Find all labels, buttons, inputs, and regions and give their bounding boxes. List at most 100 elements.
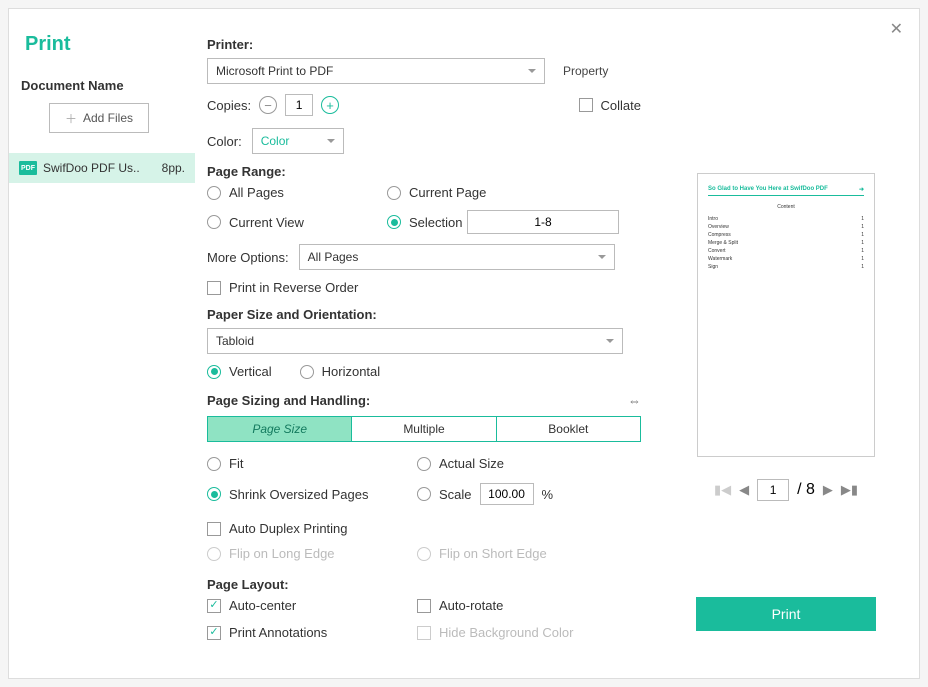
checkbox-icon	[207, 281, 221, 295]
property-button[interactable]: Property	[555, 64, 616, 78]
horizontal-label: Horizontal	[322, 364, 381, 379]
radio-icon	[387, 215, 401, 229]
more-options-value: All Pages	[308, 250, 359, 264]
preview-toc: Intro1Overview1Compress1Merge & Split1Co…	[708, 216, 864, 270]
reverse-order-checkbox[interactable]: Print in Reverse Order	[207, 280, 641, 295]
more-options-label: More Options:	[207, 250, 289, 265]
radio-fit[interactable]: Fit	[207, 456, 417, 471]
collate-label: Collate	[601, 98, 641, 113]
hide-bg-label: Hide Background Color	[439, 625, 573, 640]
tab-multiple[interactable]: Multiple	[351, 417, 495, 441]
first-page-icon[interactable]: ▮◀	[714, 482, 731, 498]
radio-scale[interactable]: Scale %	[417, 483, 641, 505]
page-title: Print	[17, 29, 187, 72]
print-button[interactable]: Print	[696, 597, 876, 631]
radio-icon	[207, 365, 221, 379]
annotations-label: Print Annotations	[229, 625, 327, 640]
range-label: Page Range:	[207, 164, 641, 179]
scale-unit: %	[542, 487, 554, 502]
tab-page-size[interactable]: Page Size	[208, 417, 351, 441]
radio-all-pages[interactable]: All Pages	[207, 185, 387, 200]
all-pages-label: All Pages	[229, 185, 284, 200]
print-dialog: ✕ Print Document Name ＋ Add Files PDF Sw…	[8, 8, 920, 679]
page-input[interactable]	[757, 479, 789, 501]
radio-current-page[interactable]: Current Page	[387, 185, 641, 200]
pdf-icon: PDF	[19, 161, 37, 175]
radio-horizontal[interactable]: Horizontal	[300, 364, 381, 379]
pager: ▮◀ ◀ / 8 ▶ ▶▮	[714, 479, 858, 501]
radio-icon	[417, 457, 431, 471]
selection-label: Selection	[409, 215, 462, 230]
checkbox-icon	[207, 626, 221, 640]
printer-value: Microsoft Print to PDF	[216, 64, 333, 78]
page-total: / 8	[797, 481, 815, 499]
copies-input[interactable]	[285, 94, 313, 116]
preview-panel: So Glad to Have You Here at SwifDoo PDF ➜…	[653, 9, 919, 678]
auto-rotate-label: Auto-rotate	[439, 598, 503, 613]
sidebar: Print Document Name ＋ Add Files PDF Swif…	[9, 9, 195, 678]
sizing-label: Page Sizing and Handling:	[207, 393, 370, 408]
plus-icon: ＋	[65, 110, 77, 127]
preview-content-label: Content	[708, 204, 864, 210]
fit-label: Fit	[229, 456, 243, 471]
current-page-label: Current Page	[409, 185, 486, 200]
layout-label: Page Layout:	[207, 577, 641, 592]
shrink-label: Shrink Oversized Pages	[229, 487, 368, 502]
radio-icon	[417, 487, 431, 501]
paper-size-select[interactable]: Tabloid	[207, 328, 623, 354]
duplex-checkbox[interactable]: Auto Duplex Printing	[207, 521, 641, 536]
radio-shrink[interactable]: Shrink Oversized Pages	[207, 487, 417, 502]
checkbox-icon	[207, 599, 221, 613]
copies-label: Copies:	[207, 98, 251, 113]
file-name: SwifDoo PDF Us..	[43, 161, 156, 175]
radio-selection[interactable]: Selection	[387, 215, 467, 230]
radio-icon	[207, 215, 221, 229]
current-view-label: Current View	[229, 215, 304, 230]
last-page-icon[interactable]: ▶▮	[841, 482, 858, 498]
flip-short-label: Flip on Short Edge	[439, 546, 547, 561]
duplex-label: Auto Duplex Printing	[229, 521, 348, 536]
flip-long-label: Flip on Long Edge	[229, 546, 335, 561]
radio-icon	[207, 547, 221, 561]
auto-rotate-checkbox[interactable]: Auto-rotate	[417, 598, 641, 613]
copies-minus-button[interactable]: −	[259, 96, 277, 114]
file-pages: 8pp.	[162, 161, 185, 175]
page-preview: So Glad to Have You Here at SwifDoo PDF ➜…	[697, 173, 875, 457]
color-select[interactable]: Color	[252, 128, 344, 154]
radio-flip-long: Flip on Long Edge	[207, 546, 417, 561]
checkbox-icon	[579, 98, 593, 112]
checkbox-icon	[417, 599, 431, 613]
add-files-button[interactable]: ＋ Add Files	[49, 103, 149, 133]
fit-window-icon[interactable]: ⇔	[628, 393, 641, 408]
tab-booklet[interactable]: Booklet	[496, 417, 640, 441]
checkbox-icon	[417, 626, 431, 640]
add-files-label: Add Files	[83, 111, 133, 125]
selection-input[interactable]	[467, 210, 619, 234]
close-icon[interactable]: ✕	[890, 19, 903, 39]
main-panel: Printer: Microsoft Print to PDF Property…	[195, 9, 653, 678]
annotations-checkbox[interactable]: Print Annotations	[207, 625, 417, 640]
radio-icon	[207, 186, 221, 200]
radio-icon	[387, 186, 401, 200]
printer-select[interactable]: Microsoft Print to PDF	[207, 58, 545, 84]
auto-center-label: Auto-center	[229, 598, 296, 613]
radio-icon	[300, 365, 314, 379]
actual-label: Actual Size	[439, 456, 504, 471]
vertical-label: Vertical	[229, 364, 272, 379]
prev-page-icon[interactable]: ◀	[739, 482, 749, 498]
preview-arrow-icon: ➜	[859, 186, 864, 193]
more-options-select[interactable]: All Pages	[299, 244, 615, 270]
collate-checkbox[interactable]: Collate	[579, 98, 641, 113]
copies-plus-button[interactable]: +	[321, 96, 339, 114]
scale-input[interactable]	[480, 483, 534, 505]
radio-icon	[207, 487, 221, 501]
file-row[interactable]: PDF SwifDoo PDF Us.. 8pp.	[9, 153, 195, 183]
paper-value: Tabloid	[216, 334, 254, 348]
radio-vertical[interactable]: Vertical	[207, 364, 272, 379]
radio-actual[interactable]: Actual Size	[417, 456, 641, 471]
radio-current-view[interactable]: Current View	[207, 215, 387, 230]
auto-center-checkbox[interactable]: Auto-center	[207, 598, 417, 613]
next-page-icon[interactable]: ▶	[823, 482, 833, 498]
preview-title: So Glad to Have You Here at SwifDoo PDF	[708, 186, 828, 193]
reverse-order-label: Print in Reverse Order	[229, 280, 358, 295]
